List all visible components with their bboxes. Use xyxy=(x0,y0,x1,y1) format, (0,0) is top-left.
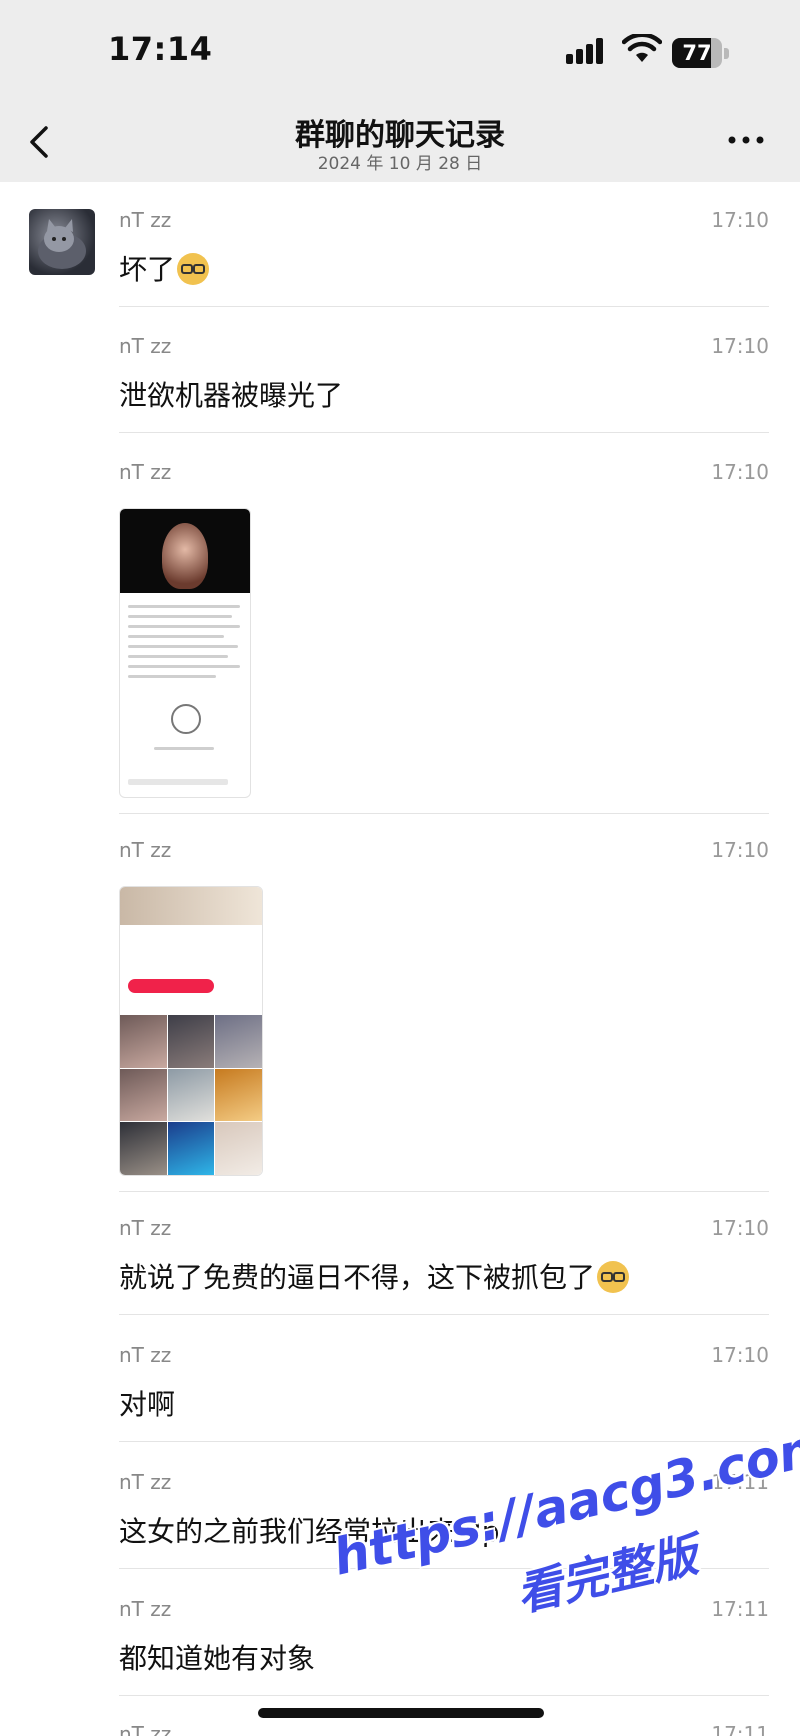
message-time: 17:10 xyxy=(711,334,769,358)
message-item[interactable]: nT zz 17:11 都知道她有对象 xyxy=(119,1597,769,1697)
message-text: 坏了 xyxy=(119,248,210,288)
message-item[interactable]: nT zz 17:10 对啊 xyxy=(119,1343,769,1443)
divider xyxy=(119,306,769,307)
status-time: 17:14 xyxy=(108,30,213,68)
message-item[interactable]: nT zz 17:11 xyxy=(119,1722,769,1736)
message-sender: nT zz xyxy=(119,460,172,484)
status-bar: 17:14 77 xyxy=(0,0,800,100)
divider xyxy=(119,813,769,814)
signal-icon xyxy=(566,38,603,64)
message-item[interactable]: nT zz 17:10 xyxy=(119,460,769,815)
message-time: 17:10 xyxy=(711,460,769,484)
more-icon[interactable] xyxy=(726,132,766,148)
page-subtitle: 2024 年 10 月 28 日 xyxy=(317,154,483,174)
message-time: 17:10 xyxy=(711,208,769,232)
message-text-content: 就说了免费的逼日不得，这下被抓包了 xyxy=(119,1261,596,1294)
message-sender: nT zz xyxy=(119,838,172,862)
battery-level: 77 xyxy=(682,41,712,65)
message-sender: nT zz xyxy=(119,1470,172,1494)
message-time: 17:10 xyxy=(711,1216,769,1240)
divider xyxy=(119,432,769,433)
divider xyxy=(119,1441,769,1442)
message-time: 17:10 xyxy=(711,838,769,862)
message-time: 17:11 xyxy=(711,1597,769,1621)
doge-icon xyxy=(597,1261,630,1293)
avatar[interactable] xyxy=(29,209,95,275)
divider xyxy=(119,1314,769,1315)
nav-bar: 群聊的聊天记录 2024 年 10 月 28 日 xyxy=(0,100,800,182)
message-time: 17:10 xyxy=(711,1343,769,1367)
message-text: 泄欲机器被曝光了 xyxy=(119,379,344,412)
message-time: 17:11 xyxy=(711,1722,769,1736)
message-sender: nT zz xyxy=(119,1722,172,1736)
image-thumbnail[interactable] xyxy=(119,886,263,1176)
message-item[interactable]: nT zz 17:10 坏了 xyxy=(119,208,769,308)
message-sender: nT zz xyxy=(119,334,172,358)
image-thumbnail[interactable] xyxy=(119,508,251,798)
battery-icon: 77 xyxy=(672,38,730,68)
message-item[interactable]: nT zz 17:11 这女的之前我们经常拉出来 3p xyxy=(119,1470,769,1570)
message-text: 这女的之前我们经常拉出来 3p xyxy=(119,1515,500,1548)
divider xyxy=(119,1695,769,1696)
message-sender: nT zz xyxy=(119,1216,172,1240)
message-text: 都知道她有对象 xyxy=(119,1642,316,1675)
message-sender: nT zz xyxy=(119,1343,172,1367)
message-text: 就说了免费的逼日不得，这下被抓包了 xyxy=(119,1256,630,1296)
message-time: 17:11 xyxy=(711,1470,769,1494)
message-item[interactable]: nT zz 17:10 xyxy=(119,838,769,1193)
divider xyxy=(119,1191,769,1192)
message-item[interactable]: nT zz 17:10 就说了免费的逼日不得，这下被抓包了 xyxy=(119,1216,769,1316)
page-title: 群聊的聊天记录 xyxy=(295,118,505,153)
doge-icon xyxy=(177,253,210,285)
message-sender: nT zz xyxy=(119,1597,172,1621)
wifi-icon xyxy=(622,34,662,62)
divider xyxy=(119,1568,769,1569)
message-text: 对啊 xyxy=(119,1388,176,1421)
message-sender: nT zz xyxy=(119,208,172,232)
message-text-content: 坏了 xyxy=(119,253,176,286)
home-indicator[interactable] xyxy=(258,1708,544,1718)
message-item[interactable]: nT zz 17:10 泄欲机器被曝光了 xyxy=(119,334,769,434)
